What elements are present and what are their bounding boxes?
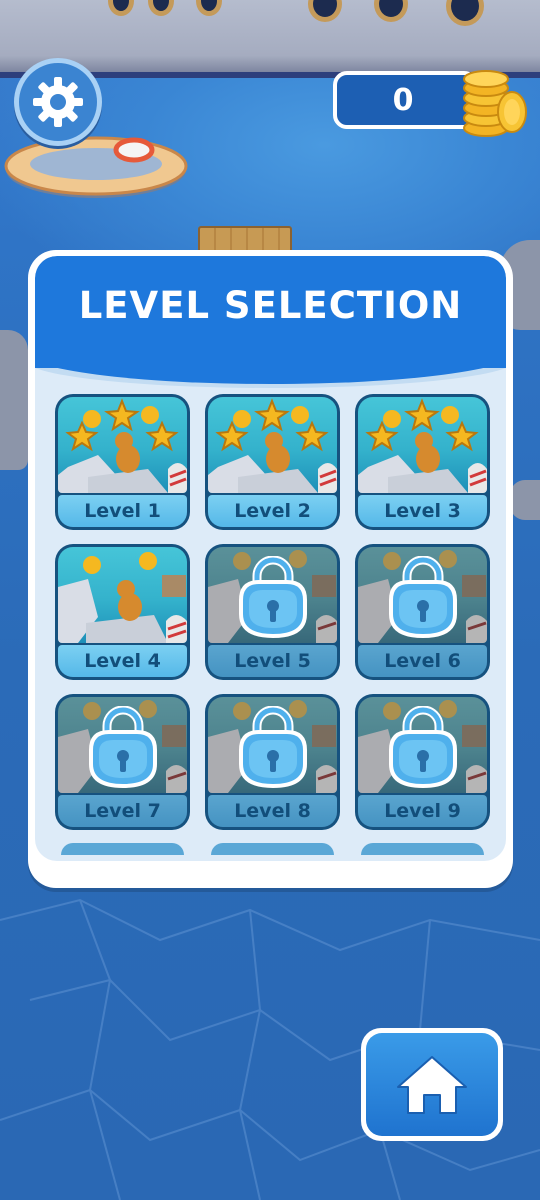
level-label: Level 9 [358,795,487,827]
level-card-next-row [61,843,184,855]
level-preview [208,397,337,493]
level-grid: Level 1 Level 2 Level 3 Level 4 Level 5 … [35,388,506,861]
home-icon [397,1055,467,1114]
lock-icon [239,706,307,789]
level-card-5[interactable]: Level 5 [205,544,340,680]
level-label: Level 8 [208,795,337,827]
level-preview-art [58,552,187,643]
coin-icon [83,556,101,574]
level-card-1[interactable]: Level 1 [55,394,190,530]
panel-body: LEVEL SELECTION Level 1 Level 2 Level 3 … [35,256,506,861]
lock-icon [239,556,307,639]
coin-stack-icon [463,70,527,137]
lock-icon [389,706,457,789]
level-label: Level 1 [58,495,187,527]
level-label: Level 4 [58,645,187,677]
level-card-8[interactable]: Level 8 [205,694,340,830]
level-card-next-row [211,843,334,855]
coin-count: 0 [392,82,414,118]
level-label: Level 2 [208,495,337,527]
star-rating-3 [215,398,329,452]
level-card-next-row [361,843,484,855]
level-preview [358,397,487,493]
level-label: Level 3 [358,495,487,527]
level-card-2[interactable]: Level 2 [205,394,340,530]
level-card-3[interactable]: Level 3 [355,394,490,530]
level-preview [58,397,187,493]
lock-icon [389,556,457,639]
porthole [148,0,174,16]
rock [0,330,28,470]
porthole [108,0,134,16]
level-preview [58,547,187,643]
porthole [446,0,484,26]
level-label: Level 5 [208,645,337,677]
porthole [196,0,222,16]
settings-button[interactable] [14,58,102,146]
star-rating-3 [65,398,179,452]
panel-title: LEVEL SELECTION [78,284,463,327]
star-rating-3 [365,398,479,452]
level-card-4[interactable]: Level 4 [55,544,190,680]
level-label: Level 6 [358,645,487,677]
home-button-face [366,1033,498,1136]
porthole [308,0,342,22]
level-selection-panel: LEVEL SELECTION Level 1 Level 2 Level 3 … [28,250,513,888]
level-card-9[interactable]: Level 9 [355,694,490,830]
coin-icon [139,552,157,570]
level-card-7[interactable]: Level 7 [55,694,190,830]
lock-icon [89,706,157,789]
porthole [374,0,408,22]
game-scene: 0 LEVEL SELECTION Level 1 Level 2 Level … [0,0,540,1200]
level-label: Level 7 [58,795,187,827]
gear-icon [33,77,83,127]
home-button[interactable] [361,1028,503,1141]
inflatable-raft [4,136,188,198]
rock [510,480,540,520]
level-card-6[interactable]: Level 6 [355,544,490,680]
